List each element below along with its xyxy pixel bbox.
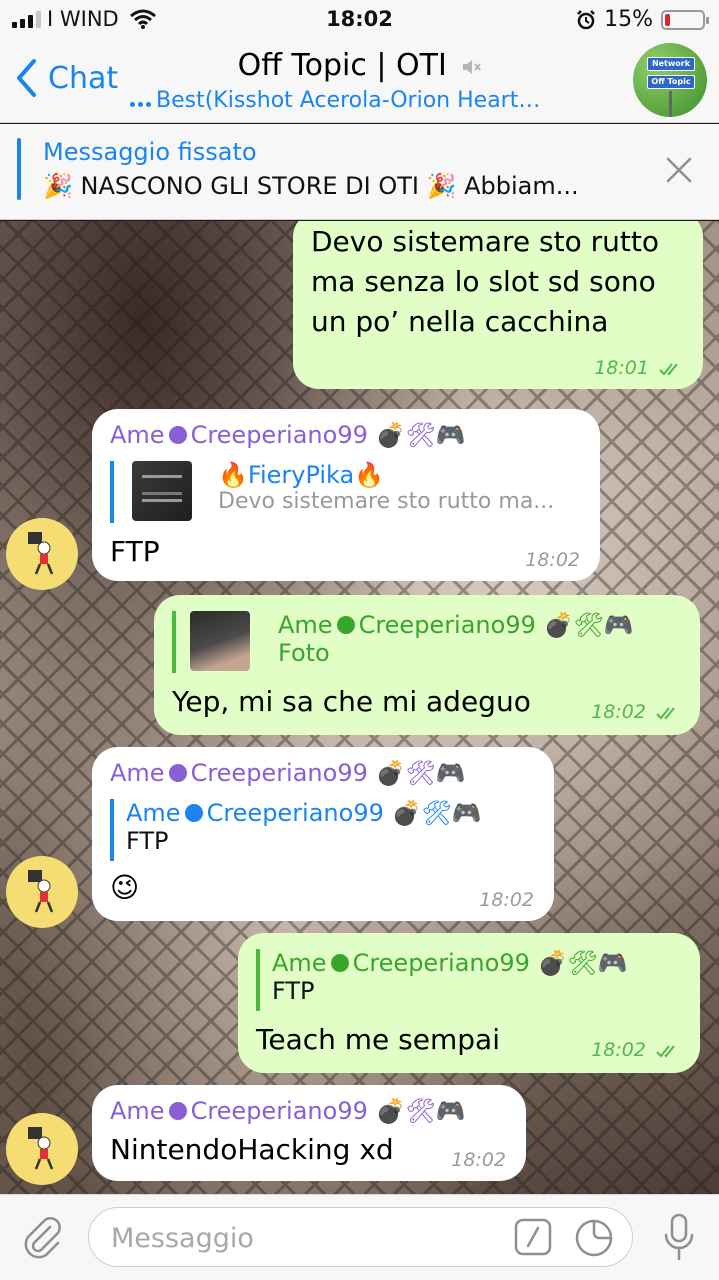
double-check-icon: [659, 362, 678, 375]
message-bubble-outgoing[interactable]: Ame Creeperiano99 💣🛠🎮 Foto Yep, mi sa che…: [154, 595, 700, 735]
avatar[interactable]: [6, 856, 78, 928]
double-check-icon: [656, 1044, 675, 1057]
chat-title[interactable]: Off Topic | OTI: [200, 48, 520, 83]
paperclip-icon[interactable]: [20, 1215, 64, 1259]
message-time: 18:01: [594, 357, 685, 379]
status-bar: I WIND 18:02 15%: [0, 0, 719, 40]
mute-icon: [463, 59, 482, 74]
avatar-figure: [28, 870, 54, 913]
message-bubble-outgoing[interactable]: Devo sistemare sto rutto ma senza lo slo…: [293, 221, 703, 389]
close-icon[interactable]: [665, 156, 693, 184]
microphone-icon[interactable]: [663, 1213, 695, 1261]
battery-percent: 15%: [604, 7, 653, 32]
sticker-icon[interactable]: [574, 1218, 614, 1258]
message-text-line: ma senza lo slot sd sono: [311, 265, 656, 298]
reply-text: FTP: [272, 977, 315, 1005]
message-text: 😉: [110, 871, 140, 904]
message-time: 18:02: [525, 549, 580, 571]
typing-status-text: Best(Kisshot Acerola-Orion Heart…: [156, 88, 541, 113]
message-time: 18:02: [591, 1039, 682, 1061]
typing-status: Best(Kisshot Acerola-Orion Heart…: [130, 88, 600, 113]
message-text: FTP: [110, 535, 160, 568]
chat-header: Chat Off Topic | OTI Best(Kisshot Acerol…: [0, 40, 719, 123]
reply-sender: 🔥FieryPika🔥: [218, 461, 385, 489]
back-chevron-icon: [17, 59, 36, 97]
sender-name: Ame Creeperiano99 💣🛠🎮: [110, 759, 466, 787]
pinned-title: Messaggio fissato: [43, 138, 257, 166]
chat-area[interactable]: Devo sistemare sto rutto ma senza lo slo…: [0, 221, 719, 1194]
reply-preview[interactable]: Ame Creeperiano99 💣🛠🎮 Foto: [172, 611, 682, 673]
battery-icon: [661, 9, 709, 30]
message-bubble-incoming[interactable]: Ame Creeperiano99 💣🛠🎮 🔥FieryPika🔥 Devo si…: [92, 409, 600, 581]
message-time: 18:02: [591, 701, 682, 723]
status-right: 15%: [576, 7, 709, 32]
reply-sender: Ame Creeperiano99 💣🛠🎮: [126, 799, 482, 827]
group-avatar[interactable]: Network Off Topic: [633, 43, 707, 117]
avatar-pole: [669, 91, 672, 117]
avatar-sign-top: Network: [647, 57, 695, 71]
command-icon[interactable]: [514, 1218, 552, 1256]
chat-title-text: Off Topic | OTI: [237, 48, 447, 83]
alarm-icon: [577, 9, 595, 29]
message-text: NintendoHacking xd: [110, 1133, 394, 1166]
reply-sender: Ame Creeperiano99 💣🛠🎮: [272, 949, 628, 977]
message-text-line: Devo sistemare sto rutto: [311, 225, 659, 258]
avatar-figure: [28, 1127, 54, 1170]
avatar[interactable]: [6, 518, 78, 590]
reply-text: Devo sistemare sto rutto ma...: [218, 489, 555, 514]
pinned-message[interactable]: Messaggio fissato 🎉 NASCONO GLI STORE DI…: [0, 124, 719, 220]
message-text-line: un po’ nella cacchina: [311, 305, 609, 338]
message-bubble-incoming[interactable]: Ame Creeperiano99 💣🛠🎮 NintendoHacking xd …: [92, 1085, 526, 1181]
avatar-figure: [28, 532, 54, 575]
avatar[interactable]: [6, 1113, 78, 1185]
message-time: 18:02: [479, 889, 534, 911]
double-check-icon: [656, 706, 675, 719]
reply-text: FTP: [126, 827, 169, 855]
reply-sender: Ame Creeperiano99 💣🛠🎮: [278, 611, 634, 639]
message-text: Teach me sempai: [256, 1023, 500, 1056]
back-button[interactable]: Chat: [14, 58, 118, 98]
sender-name: Ame Creeperiano99 💣🛠🎮: [110, 421, 466, 449]
pinned-text: 🎉 NASCONO GLI STORE DI OTI 🎉 Abbiam...: [43, 172, 579, 200]
reply-preview[interactable]: Ame Creeperiano99 💣🛠🎮 FTP: [256, 949, 686, 1011]
back-label: Chat: [48, 60, 119, 96]
message-text: Yep, mi sa che mi adeguo: [172, 685, 531, 718]
message-input-bar: [0, 1194, 719, 1280]
message-time: 18:02: [451, 1149, 506, 1171]
message-input[interactable]: [111, 1220, 491, 1256]
message-field[interactable]: [88, 1207, 633, 1267]
pinned-accent-bar: [17, 138, 21, 200]
reply-preview[interactable]: 🔥FieryPika🔥 Devo sistemare sto rutto ma.…: [110, 461, 586, 523]
reply-preview[interactable]: Ame Creeperiano99 💣🛠🎮 FTP: [110, 799, 540, 861]
avatar-sign-bottom: Off Topic: [647, 75, 695, 89]
message-bubble-outgoing[interactable]: Ame Creeperiano99 💣🛠🎮 FTP Teach me sempai…: [238, 933, 700, 1073]
message-bubble-incoming[interactable]: Ame Creeperiano99 💣🛠🎮 Ame Creeperiano99 💣🛠…: [92, 747, 554, 921]
sender-name: Ame Creeperiano99 💣🛠🎮: [110, 1097, 466, 1125]
typing-dots-icon: [130, 88, 156, 113]
reply-text: Foto: [278, 639, 330, 667]
